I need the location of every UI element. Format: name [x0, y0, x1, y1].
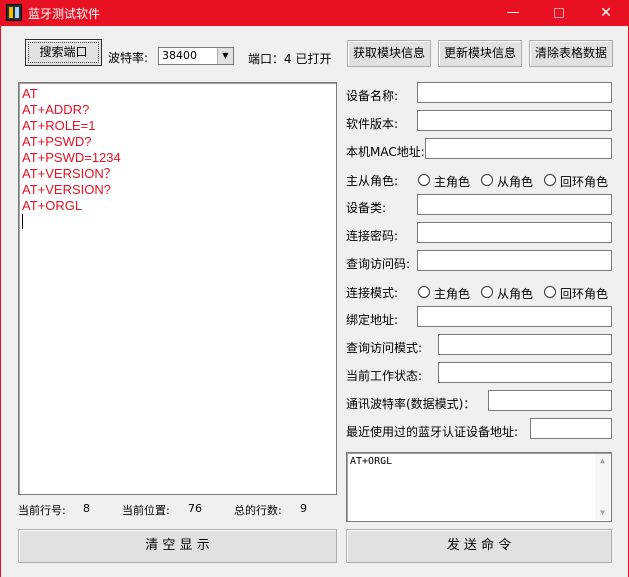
command-textarea[interactable]: AT+ORGL ▲ ▼ — [346, 452, 612, 522]
bind-address-field[interactable] — [417, 306, 612, 327]
window-title: 蓝牙测试软件 — [28, 7, 101, 21]
device-name-field[interactable] — [417, 82, 612, 103]
log-line: AT+ADDR? — [22, 102, 90, 117]
comm-baud-label: 通讯波特率(数据模式)： — [346, 397, 476, 411]
slave-role-radio[interactable] — [481, 174, 493, 186]
loopback-role-radio[interactable] — [544, 174, 556, 186]
log-textarea[interactable]: AT AT+ADDR? AT+ROLE=1 AT+PSWD? AT+PSWD=1… — [18, 82, 337, 495]
mac-address-field[interactable] — [425, 138, 612, 159]
connect-mode-label: 连接模式: — [346, 286, 399, 300]
close-button[interactable]: ✕ — [583, 0, 629, 26]
total-rows-label: 总的行数: — [234, 504, 282, 517]
send-command-button[interactable]: 发 送 命 令 — [346, 529, 612, 563]
scroll-up-icon[interactable]: ▲ — [595, 454, 610, 468]
recent-device-field[interactable] — [530, 418, 612, 439]
text-caret — [22, 214, 23, 229]
current-row-value: 8 — [83, 502, 90, 515]
work-state-label: 当前工作状态: — [346, 369, 423, 383]
role-label: 主从角色: — [346, 174, 399, 188]
scroll-down-icon[interactable]: ▼ — [595, 506, 610, 520]
comm-baud-field[interactable] — [488, 390, 612, 411]
app-icon — [6, 4, 22, 21]
current-position-value: 76 — [188, 502, 202, 515]
connect-mode-slave-label: 从角色 — [497, 287, 534, 301]
clear-table-button[interactable]: 清除表格数据 — [529, 40, 613, 67]
mac-address-label: 本机MAC地址: — [346, 145, 425, 159]
recent-device-label: 最近使用过的蓝牙认证设备地址: — [346, 425, 519, 439]
minimize-button[interactable]: — — [490, 0, 536, 26]
software-version-label: 软件版本: — [346, 117, 399, 131]
inquiry-access-mode-field[interactable] — [438, 334, 612, 355]
pair-password-label: 连接密码: — [346, 229, 399, 243]
total-rows-value: 9 — [300, 502, 307, 515]
update-module-info-button[interactable]: 更新模块信息 — [438, 40, 522, 67]
clear-display-button[interactable]: 清 空 显 示 — [18, 529, 337, 563]
maximize-icon — [554, 7, 564, 18]
current-position-label: 当前位置: — [122, 504, 170, 517]
device-class-label: 设备类: — [346, 201, 387, 215]
slave-role-label: 从角色 — [497, 175, 534, 189]
inquiry-access-mode-label: 查询访问模式: — [346, 341, 423, 355]
chevron-down-icon[interactable]: ▼ — [217, 48, 233, 64]
software-version-field[interactable] — [417, 110, 612, 131]
log-line: AT — [22, 86, 38, 101]
master-role-radio[interactable] — [418, 174, 430, 186]
command-text: AT+ORGL — [350, 456, 393, 467]
pair-password-field[interactable] — [417, 222, 612, 243]
inquiry-access-code-field[interactable] — [417, 250, 612, 271]
command-scrollbar[interactable]: ▲ ▼ — [595, 454, 610, 520]
log-line: AT+ORGL — [22, 198, 83, 213]
loopback-role-label: 回环角色 — [560, 175, 609, 189]
log-line: AT+PSWD? — [22, 134, 92, 149]
device-name-label: 设备名称: — [346, 89, 399, 103]
work-state-field[interactable] — [438, 362, 612, 383]
baud-value: 38400 — [162, 49, 197, 62]
bind-address-label: 绑定地址: — [346, 313, 399, 327]
inquiry-access-code-label: 查询访问码: — [346, 257, 411, 271]
device-class-field[interactable] — [417, 194, 612, 215]
connect-mode-loopback-label: 回环角色 — [560, 287, 609, 301]
log-line: AT+VERSION？ — [22, 166, 117, 181]
log-line: AT+PSWD=1234 — [22, 150, 121, 165]
port-status: 端口：4 已打开 — [248, 52, 332, 66]
title-bar: 蓝牙测试软件 — ✕ — [0, 0, 629, 26]
get-module-info-button[interactable]: 获取模块信息 — [347, 40, 431, 67]
connect-mode-master-label: 主角色 — [434, 287, 471, 301]
baud-label: 波特率: — [108, 51, 149, 65]
current-row-label: 当前行号: — [18, 504, 66, 517]
window-body: 搜索端口 波特率: 38400 ▼ 端口：4 已打开 获取模块信息 更新模块信息… — [0, 26, 629, 577]
search-port-button[interactable]: 搜索端口 — [25, 39, 102, 66]
baud-select[interactable]: 38400 ▼ — [158, 47, 234, 65]
maximize-button[interactable] — [536, 0, 582, 26]
connect-mode-loopback-radio[interactable] — [544, 286, 556, 298]
log-line: AT+VERSION? — [22, 182, 111, 197]
master-role-label: 主角色 — [434, 175, 471, 189]
connect-mode-slave-radio[interactable] — [481, 286, 493, 298]
log-line: AT+ROLE=1 — [22, 118, 96, 133]
connect-mode-master-radio[interactable] — [418, 286, 430, 298]
